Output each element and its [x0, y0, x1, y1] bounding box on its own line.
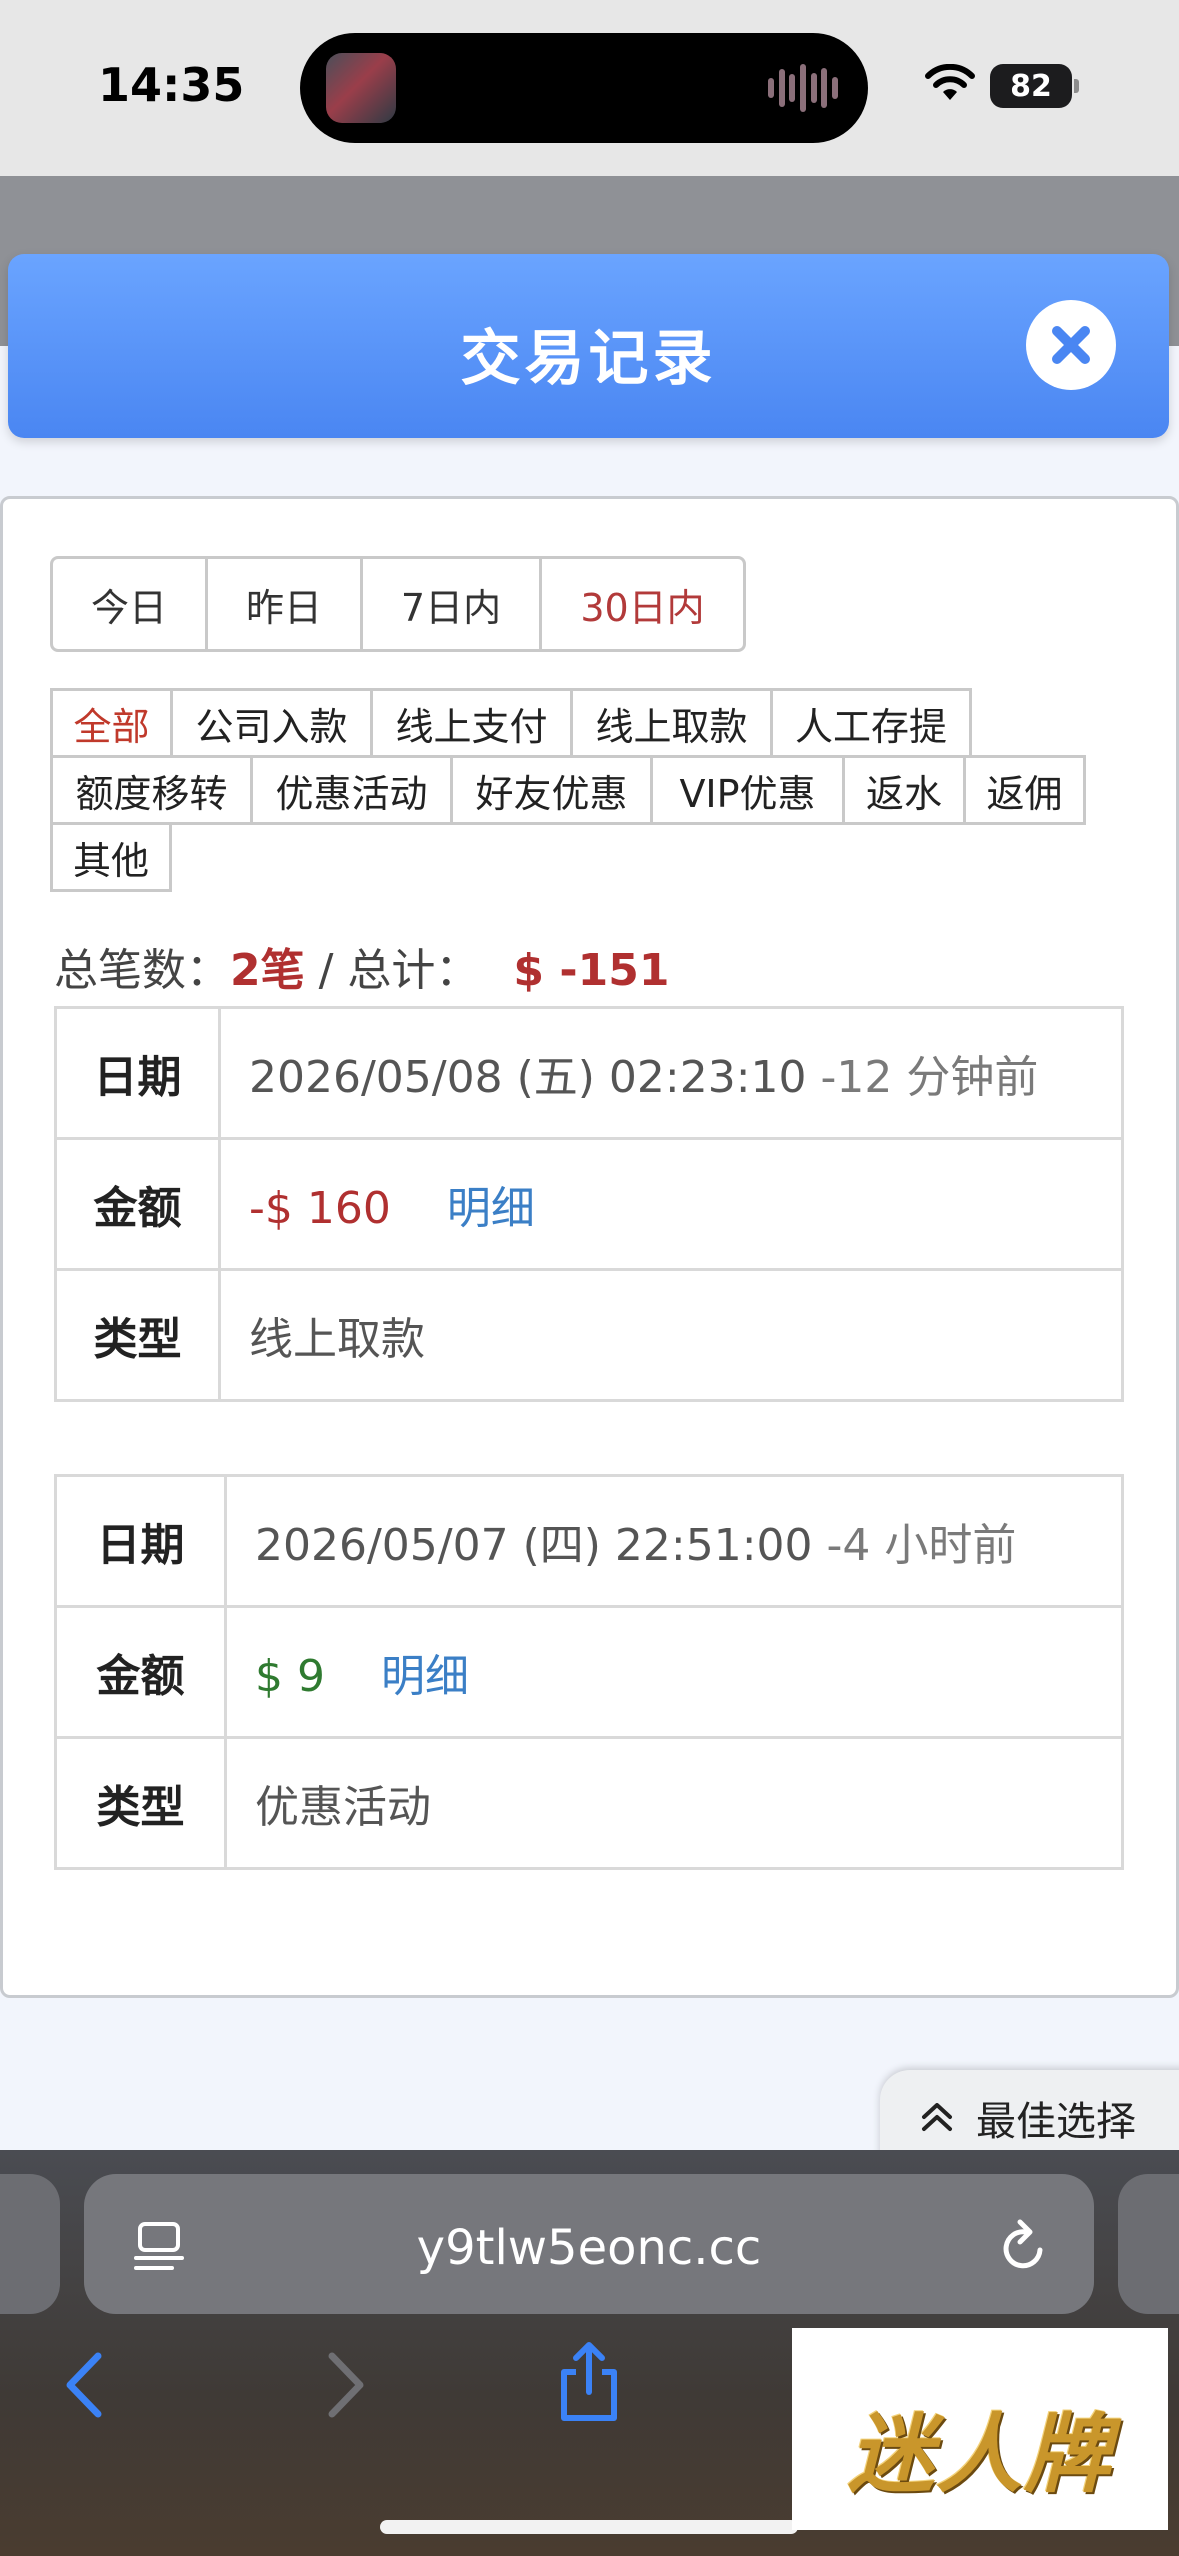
- tab-7-days[interactable]: 7日内: [360, 559, 539, 649]
- date-row: 日期 2026/05/08 (五) 02:23:10 -12 分钟前: [54, 1006, 1124, 1140]
- date-value: 2026/05/07 (四) 22:51:00 -4 小时前: [224, 1474, 1124, 1608]
- amount-label: 金额: [54, 1137, 221, 1271]
- forward-icon[interactable]: [320, 2350, 368, 2420]
- total-label: / 总计：: [304, 945, 480, 996]
- amount-text: $ 9: [255, 1651, 325, 1702]
- type-tab-online-withdrawal[interactable]: 线上取款: [570, 688, 773, 758]
- previous-tab-preview[interactable]: [0, 2174, 60, 2314]
- now-playing-thumbnail: [326, 53, 396, 123]
- transaction-record: 日期 2026/05/08 (五) 02:23:10 -12 分钟前 金额 -$…: [54, 1006, 1124, 1402]
- date-label: 日期: [54, 1006, 221, 1140]
- amount-label: 金额: [54, 1605, 227, 1739]
- back-icon[interactable]: [62, 2350, 110, 2420]
- record-count: 2笔: [230, 945, 305, 996]
- date-label: 日期: [54, 1474, 227, 1608]
- next-tab-preview[interactable]: [1118, 2174, 1179, 2314]
- type-tab-commission[interactable]: 返佣: [963, 755, 1086, 825]
- type-tab-company-deposit[interactable]: 公司入款: [170, 688, 373, 758]
- type-tab-transfer[interactable]: 额度移转: [50, 755, 253, 825]
- date-row: 日期 2026/05/07 (四) 22:51:00 -4 小时前: [54, 1474, 1124, 1608]
- amount-value: -$ 160 明细: [218, 1137, 1124, 1271]
- close-button[interactable]: [1026, 300, 1116, 390]
- dynamic-island: [300, 33, 868, 143]
- date-text: 2026/05/07 (四) 22:51:00: [255, 1520, 813, 1571]
- type-tab-vip[interactable]: VIP优惠: [650, 755, 845, 825]
- watermark-logo: 迷人牌: [792, 2328, 1168, 2530]
- type-tab-all[interactable]: 全部: [50, 688, 173, 758]
- amount-text: -$ 160: [249, 1183, 391, 1234]
- transaction-record: 日期 2026/05/07 (四) 22:51:00 -4 小时前 金额 $ 9…: [54, 1474, 1124, 1870]
- home-indicator: [380, 2520, 798, 2534]
- type-tab-rebate[interactable]: 返水: [842, 755, 966, 825]
- reload-icon[interactable]: [996, 2216, 1052, 2276]
- type-tab-other[interactable]: 其他: [50, 822, 172, 892]
- date-value: 2026/05/08 (五) 02:23:10 -12 分钟前: [218, 1006, 1124, 1140]
- tab-30-days[interactable]: 30日内: [539, 559, 743, 649]
- watermark-text: 迷人牌: [848, 2405, 1112, 2505]
- amount-row: 金额 -$ 160 明细: [54, 1137, 1124, 1271]
- wifi-icon: [925, 64, 975, 100]
- type-tab-row: 其他: [50, 822, 1083, 892]
- type-value: 线上取款: [218, 1268, 1124, 1402]
- type-tab-manual[interactable]: 人工存提: [770, 688, 972, 758]
- date-text: 2026/05/08 (五) 02:23:10: [249, 1052, 807, 1103]
- amount-row: 金额 $ 9 明细: [54, 1605, 1124, 1739]
- type-row: 类型 优惠活动: [54, 1736, 1124, 1870]
- battery-level: 82: [1010, 68, 1052, 104]
- type-filter-tabs: 全部 公司入款 线上支付 线上取款 人工存提 额度移转 优惠活动 好友优惠 VI…: [50, 688, 1086, 892]
- time-ago: -4 小时前: [812, 1520, 1017, 1571]
- type-tab-friend-bonus[interactable]: 好友优惠: [450, 755, 653, 825]
- share-icon[interactable]: [556, 2340, 622, 2424]
- detail-link[interactable]: 明细: [447, 1183, 535, 1234]
- close-icon: [1052, 326, 1090, 364]
- detail-link[interactable]: 明细: [381, 1651, 469, 1702]
- modal-header: 交易记录: [8, 254, 1169, 438]
- status-time: 14:35: [98, 58, 245, 112]
- tab-today[interactable]: 今日: [53, 559, 205, 649]
- type-tab-online-payment[interactable]: 线上支付: [370, 688, 573, 758]
- type-label: 类型: [54, 1268, 221, 1402]
- status-bar: 14:35 82: [0, 0, 1179, 176]
- type-value: 优惠活动: [224, 1736, 1124, 1870]
- type-tab-promotion[interactable]: 优惠活动: [250, 755, 453, 825]
- summary: 总笔数：2笔 / 总计： $ -151: [54, 934, 669, 998]
- type-tab-row: 全部 公司入款 线上支付 线上取款 人工存提: [50, 688, 1083, 758]
- chevron-up-double-icon: [922, 2103, 952, 2131]
- url-text: y9tlw5eonc.cc: [416, 2220, 762, 2276]
- battery-icon: 82: [990, 64, 1079, 108]
- address-bar[interactable]: y9tlw5eonc.cc: [84, 2174, 1094, 2314]
- best-choice-label: 最佳选择: [976, 2099, 1136, 2145]
- type-tab-row: 额度移转 优惠活动 好友优惠 VIP优惠 返水 返佣: [50, 755, 1086, 825]
- tab-yesterday[interactable]: 昨日: [205, 559, 360, 649]
- audio-wave-icon: [768, 63, 838, 113]
- count-label: 总笔数：: [54, 945, 230, 996]
- modal-title: 交易记录: [460, 324, 717, 394]
- date-range-tabs: 今日 昨日 7日内 30日内: [50, 556, 746, 652]
- amount-value: $ 9 明细: [224, 1605, 1124, 1739]
- type-row: 类型 线上取款: [54, 1268, 1124, 1402]
- type-label: 类型: [54, 1736, 227, 1870]
- total-amount: $ -151: [513, 945, 670, 996]
- time-ago: -12 分钟前: [806, 1052, 1039, 1103]
